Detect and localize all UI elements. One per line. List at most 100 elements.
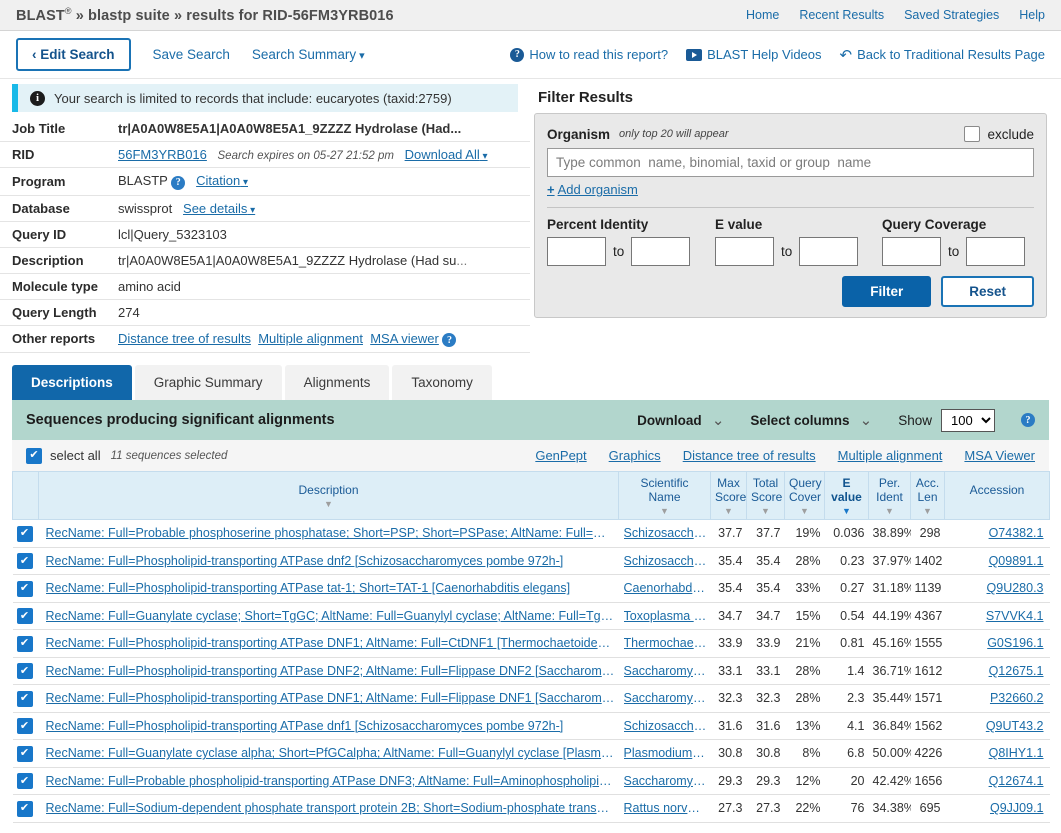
save-search-button[interactable]: Save Search	[153, 47, 230, 62]
query-coverage-from-input[interactable]	[882, 237, 941, 266]
msa-viewer-results-link[interactable]: MSA Viewer	[964, 448, 1035, 463]
row-checkbox[interactable]	[16, 745, 33, 762]
tab-descriptions[interactable]: Descriptions	[12, 365, 132, 400]
add-organism-link[interactable]: + Add organism	[547, 182, 638, 197]
row-accession-link[interactable]: Q12675.1	[989, 664, 1044, 678]
row-scientific-name-link[interactable]: Saccharomyces ...	[624, 664, 707, 678]
row-checkbox[interactable]	[16, 635, 33, 652]
results-help-icon[interactable]: ?	[1021, 413, 1035, 427]
row-scientific-name-link[interactable]: Saccharomyces ...	[624, 774, 707, 788]
breadcrumb-suite[interactable]: blastp suite	[88, 8, 170, 24]
row-checkbox[interactable]	[16, 718, 33, 734]
graphics-link[interactable]: Graphics	[609, 448, 661, 463]
row-scientific-name-link[interactable]: Schizosaccharo...	[624, 554, 707, 568]
how-to-read-report-link[interactable]: ? How to read this report?	[510, 47, 668, 62]
row-checkbox[interactable]	[16, 690, 33, 707]
filter-button[interactable]: Filter	[842, 276, 932, 307]
query-coverage-to-input[interactable]	[966, 237, 1026, 266]
nav-saved-strategies[interactable]: Saved Strategies	[904, 8, 999, 22]
evalue-from-input[interactable]	[715, 237, 774, 266]
search-expires-text: Search expires on 05-27 21:52 pm	[217, 150, 394, 162]
row-scientific-name-link[interactable]: Toxoplasma gond...	[624, 609, 707, 623]
header-scientific-name[interactable]: Scientific Name ▼	[618, 471, 711, 520]
multiple-alignment-results-link[interactable]: Multiple alignment	[838, 448, 943, 463]
row-description-link[interactable]: RecName: Full=Probable phospholipid-tran…	[46, 774, 615, 788]
row-accession-link[interactable]: O74382.1	[989, 526, 1044, 540]
tab-taxonomy[interactable]: Taxonomy	[392, 365, 492, 400]
multiple-alignment-link[interactable]: Multiple alignment	[258, 331, 363, 346]
row-checkbox[interactable]	[16, 800, 33, 817]
row-description-link[interactable]: RecName: Full=Guanylate cyclase alpha; S…	[46, 746, 615, 760]
row-checkbox[interactable]	[16, 663, 33, 679]
row-scientific-name-link[interactable]: Caenorhabditis el...	[624, 581, 707, 595]
row-accession-link[interactable]: G0S196.1	[987, 636, 1043, 650]
row-accession-link[interactable]: Q9U280.3	[987, 581, 1044, 595]
header-total-score[interactable]: Total Score ▼	[746, 471, 785, 520]
tab-alignments[interactable]: Alignments	[284, 365, 390, 400]
row-description-link[interactable]: RecName: Full=Phospholipid-transporting …	[46, 636, 615, 650]
row-checkbox[interactable]	[16, 553, 33, 569]
row-accession-link[interactable]: Q12674.1	[989, 774, 1044, 788]
program-help-icon[interactable]: ?	[171, 175, 186, 190]
citation-dropdown[interactable]: Citation	[196, 173, 248, 188]
download-all-dropdown[interactable]: Download All	[405, 147, 488, 162]
header-max-score[interactable]: Max Score ▼	[710, 471, 747, 520]
row-accession-cell: Q12674.1	[944, 767, 1050, 795]
percent-identity-to-input[interactable]	[631, 237, 691, 266]
row-scientific-name-link[interactable]: Rattus norvegicus	[624, 801, 707, 815]
see-details-dropdown[interactable]: See details	[183, 201, 255, 216]
row-scientific-name-link[interactable]: Schizosaccharo...	[624, 526, 707, 540]
row-description-link[interactable]: RecName: Full=Probable phosphoserine pho…	[46, 526, 615, 540]
nav-home[interactable]: Home	[746, 8, 779, 22]
row-scientific-name-link[interactable]: Thermochaetoide...	[624, 636, 707, 650]
genpept-link[interactable]: GenPept	[535, 448, 586, 463]
select-columns-dropdown[interactable]: Select columns	[750, 411, 872, 429]
reset-button[interactable]: Reset	[941, 276, 1034, 307]
search-summary-dropdown[interactable]: Search Summary	[252, 47, 365, 62]
row-description-link[interactable]: RecName: Full=Phospholipid-transporting …	[46, 581, 615, 595]
row-scientific-name-link[interactable]: Saccharomyces ...	[624, 691, 707, 705]
distance-tree-link[interactable]: Distance tree of results	[118, 331, 251, 346]
header-per-ident[interactable]: Per. Ident ▼	[868, 471, 911, 520]
blast-help-videos-link[interactable]: BLAST Help Videos	[686, 47, 822, 62]
download-dropdown[interactable]: Download	[637, 411, 724, 429]
rid-link[interactable]: 56FM3YRB016	[118, 147, 207, 162]
row-description-link[interactable]: RecName: Full=Phospholipid-transporting …	[46, 554, 615, 568]
row-scientific-name-link[interactable]: Schizosaccharo...	[624, 719, 707, 733]
row-accession-link[interactable]: Q8IHY1.1	[989, 746, 1044, 760]
show-rows-select[interactable]: 100	[941, 408, 995, 432]
tab-graphic-summary[interactable]: Graphic Summary	[134, 365, 282, 400]
other-reports-help-icon[interactable]: ?	[442, 333, 457, 347]
select-all-checkbox[interactable]	[26, 447, 42, 464]
row-description-link[interactable]: RecName: Full=Guanylate cyclase; Short=T…	[46, 609, 615, 623]
header-query-cover[interactable]: Query Cover ▼	[784, 471, 825, 520]
row-accession-link[interactable]: P32660.2	[990, 691, 1044, 705]
header-acc-len[interactable]: Acc. Len ▼	[910, 471, 945, 520]
nav-help[interactable]: Help	[1019, 8, 1045, 22]
organism-input[interactable]	[547, 148, 1034, 177]
exclude-checkbox[interactable]	[964, 126, 981, 142]
msa-viewer-link[interactable]: MSA viewer	[370, 331, 439, 346]
row-scientific-name-link[interactable]: Plasmodium falci...	[624, 746, 707, 760]
row-description-link[interactable]: RecName: Full=Phospholipid-transporting …	[46, 664, 615, 678]
row-accession-link[interactable]: Q9UT43.2	[986, 719, 1044, 733]
percent-identity-from-input[interactable]	[547, 237, 606, 266]
evalue-to-input[interactable]	[799, 237, 859, 266]
row-description-link[interactable]: RecName: Full=Phospholipid-transporting …	[46, 691, 615, 705]
header-description[interactable]: Description ▼	[38, 471, 619, 520]
row-accession-link[interactable]: Q09891.1	[989, 554, 1044, 568]
row-checkbox[interactable]	[16, 580, 33, 597]
row-checkbox[interactable]	[16, 608, 33, 624]
edit-search-button[interactable]: ‹ Edit Search	[16, 38, 131, 71]
row-checkbox[interactable]	[16, 525, 33, 542]
row-checkbox[interactable]	[16, 773, 33, 789]
row-accession-link[interactable]: S7VVK4.1	[986, 609, 1044, 623]
back-to-traditional-results-link[interactable]: ↶ Back to Traditional Results Page	[840, 46, 1045, 64]
row-max-score: 37.7	[710, 519, 747, 548]
nav-recent-results[interactable]: Recent Results	[799, 8, 884, 22]
header-e-value[interactable]: E value ▼	[824, 471, 869, 520]
row-accession-link[interactable]: Q9JJ09.1	[990, 801, 1044, 815]
distance-tree-results-link[interactable]: Distance tree of results	[683, 448, 816, 463]
row-description-link[interactable]: RecName: Full=Phospholipid-transporting …	[46, 719, 615, 733]
row-description-link[interactable]: RecName: Full=Sodium-dependent phosphate…	[46, 801, 615, 815]
